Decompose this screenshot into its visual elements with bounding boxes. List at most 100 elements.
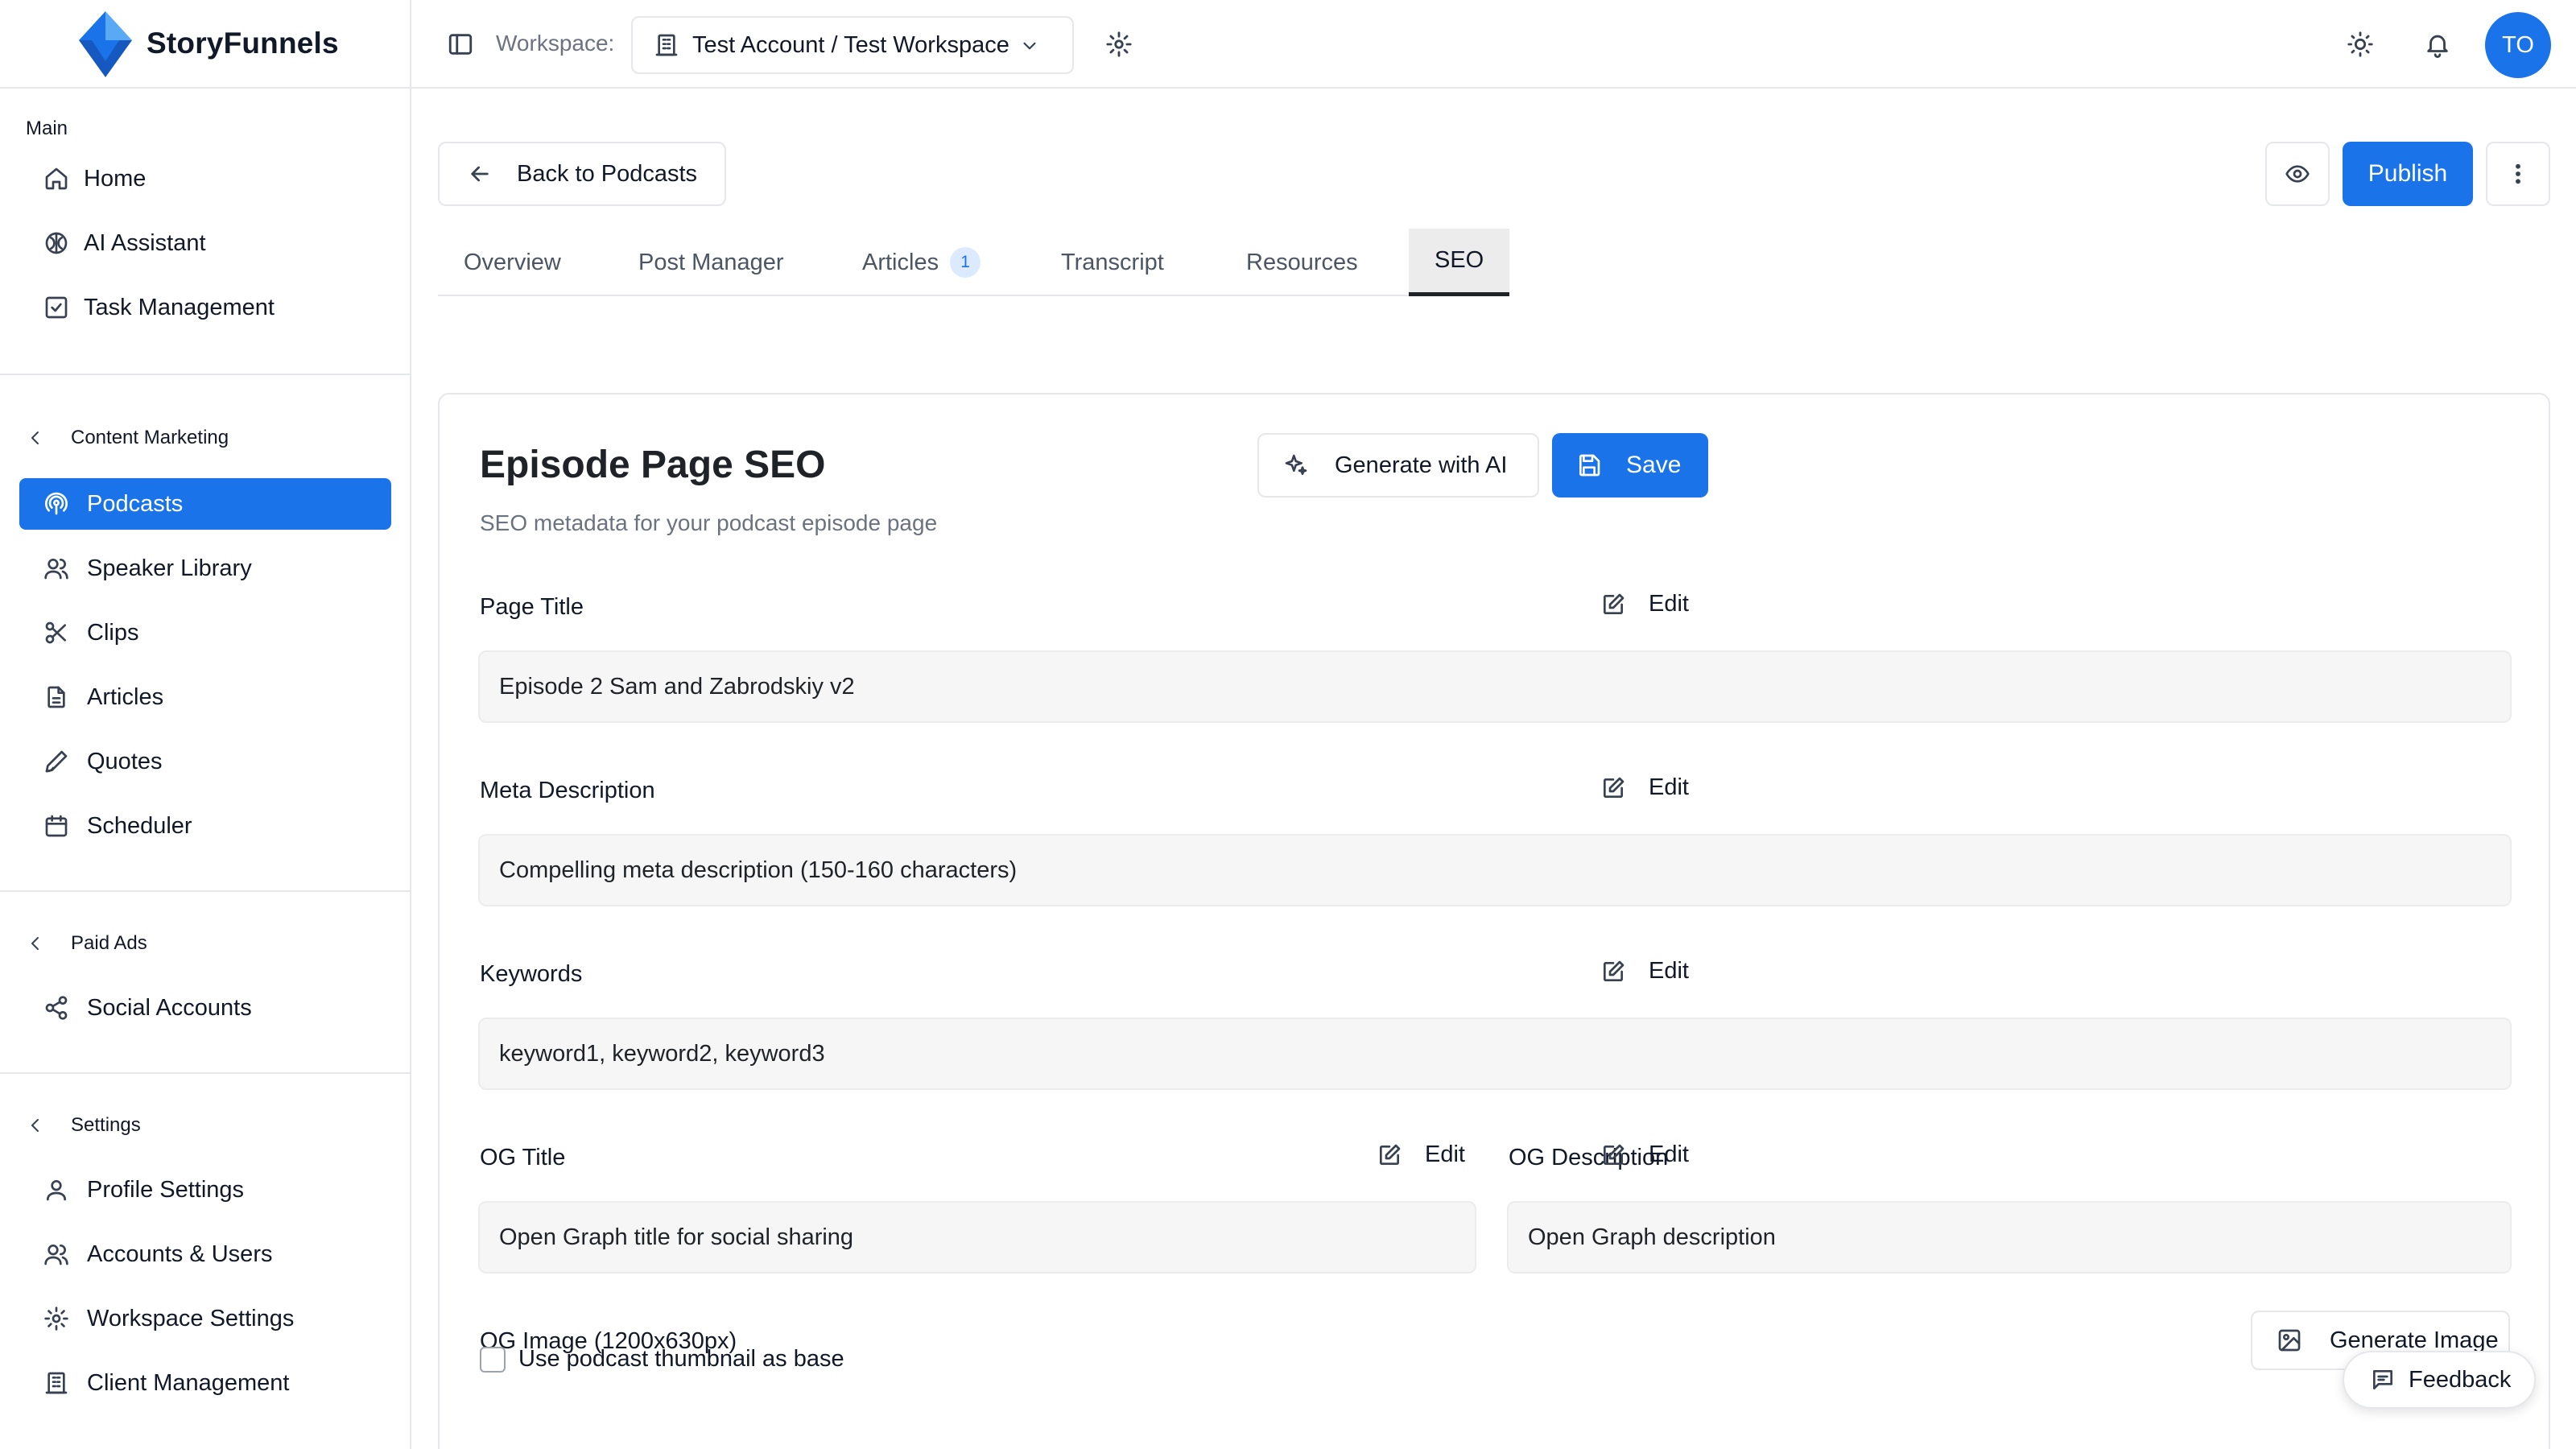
group-label-text: Paid Ads [71,932,147,954]
edit-meta-description-button[interactable]: Edit [1600,774,1689,801]
sun-icon[interactable] [2347,31,2374,58]
sidebar-item-label: Speaker Library [87,555,252,581]
publish-button[interactable]: Publish [2343,142,2473,206]
topbar: Workspace: Test Account / Test Workspace… [411,0,2576,89]
page-title: Episode Page SEO [480,444,826,486]
sidebar-item-quotes[interactable]: Quotes [19,736,391,787]
pen-icon [43,749,69,774]
feedback-label: Feedback [2409,1366,2512,1393]
podcast-icon [43,491,69,517]
workspace-value: Test Account / Test Workspace [692,31,1009,58]
og-description-field: Open Graph description [1507,1201,2512,1274]
thumbnail-checkbox[interactable] [480,1346,506,1373]
edit-label: Edit [1649,591,1689,617]
edit-page-title-button[interactable]: Edit [1600,591,1689,617]
sidebar-toggle-icon[interactable] [447,31,474,58]
sidebar-item-label: AI Assistant [84,229,206,256]
sidebar-item-clips[interactable]: Clips [19,607,391,658]
generate-label: Generate with AI [1335,452,1508,478]
user-icon [43,1177,69,1203]
save-icon [1576,452,1602,478]
sidebar-item-speaker-library[interactable]: Speaker Library [19,543,391,594]
edit-icon [1600,1142,1626,1168]
sidebar-item-label: Client Management [87,1369,290,1396]
eye-icon [2285,161,2310,187]
sidebar-item-workspace-settings[interactable]: Workspace Settings [19,1293,391,1344]
seo-card: Episode Page SEO SEO metadata for your p… [438,393,2550,1449]
sidebar-item-articles[interactable]: Articles [19,671,391,723]
page-title-field: Episode 2 Sam and Zabrodskiy v2 [478,650,2512,723]
calendar-icon [43,813,69,839]
sidebar-item-label: Profile Settings [87,1176,245,1203]
preview-button[interactable] [2265,142,2330,206]
sparkles-icon [1283,452,1309,478]
group-label-text: Content Marketing [71,427,229,448]
chevron-left-icon [26,934,45,953]
tab-overview[interactable]: Overview [464,229,561,296]
thumbnail-checkbox-label: Use podcast thumbnail as base [518,1346,844,1372]
tab-post-manager[interactable]: Post Manager [638,229,784,296]
back-to-podcasts-button[interactable]: Back to Podcasts [438,142,726,206]
sidebar-item-ai-assistant[interactable]: AI Assistant [19,217,391,269]
edit-icon [1600,959,1626,985]
workspace-select[interactable]: Test Account / Test Workspace [631,16,1074,74]
tab-label: SEO [1435,247,1484,273]
feedback-button[interactable]: Feedback [2343,1351,2536,1409]
tab-label: Transcript [1061,249,1164,275]
brand[interactable]: StoryFunnels [0,0,410,89]
brain-icon [43,230,69,256]
workspace-label: Workspace: [496,31,615,56]
thumbnail-checkbox-row[interactable]: Use podcast thumbnail as base [480,1346,844,1373]
tab-label: Post Manager [638,249,784,275]
meta-description-field: Compelling meta description (150-160 cha… [478,834,2512,906]
edit-og-title-button[interactable]: Edit [1377,1141,1465,1168]
avatar[interactable]: TO [2485,12,2551,78]
section-label-main: Main [26,118,68,139]
sidebar-item-home[interactable]: Home [19,153,391,204]
group-toggle-paid-ads[interactable]: Paid Ads [26,932,147,955]
sidebar-item-social-accounts[interactable]: Social Accounts [19,982,391,1034]
chevron-left-icon [26,428,45,448]
sidebar-item-client-management[interactable]: Client Management [19,1357,391,1409]
sidebar-item-profile-settings[interactable]: Profile Settings [19,1164,391,1216]
group-toggle-settings[interactable]: Settings [26,1114,141,1137]
image-icon [2277,1327,2302,1353]
og-title-field: Open Graph title for social sharing [478,1201,1476,1274]
sidebar-divider [0,1072,410,1074]
save-button[interactable]: Save [1552,433,1708,497]
home-icon [43,166,69,192]
edit-og-description-button[interactable]: Edit [1600,1141,1689,1168]
generate-with-ai-button[interactable]: Generate with AI [1257,433,1539,497]
sidebar-item-podcasts[interactable]: Podcasts [19,478,391,530]
file-icon [43,684,69,710]
message-icon [2370,1367,2396,1393]
sidebar-item-label: Clips [87,619,139,646]
gear-icon [43,1306,69,1331]
sidebar-item-label: Social Accounts [87,994,252,1021]
sidebar-item-label: Workspace Settings [87,1305,295,1331]
tab-seo[interactable]: SEO [1409,229,1510,296]
sidebar-item-label: Home [84,165,147,192]
page-title-label: Page Title [480,594,584,620]
chevron-left-icon [26,1116,45,1135]
users-icon [43,555,69,581]
sidebar-divider [0,374,410,375]
gear-icon[interactable] [1105,31,1133,58]
sidebar-item-task-management[interactable]: Task Management [19,282,391,333]
arrow-left-icon [467,161,493,187]
group-toggle-content-marketing[interactable]: Content Marketing [26,427,229,449]
tab-articles[interactable]: Articles 1 [862,229,981,296]
edit-label: Edit [1649,774,1689,800]
sidebar-item-accounts-users[interactable]: Accounts & Users [19,1228,391,1280]
more-vertical-icon [2505,161,2531,187]
sidebar-item-scheduler[interactable]: Scheduler [19,800,391,852]
sidebar-item-label: Accounts & Users [87,1241,273,1267]
edit-keywords-button[interactable]: Edit [1600,958,1689,985]
more-options-button[interactable] [2486,142,2550,206]
tab-transcript[interactable]: Transcript [1061,229,1164,296]
edit-icon [1377,1142,1402,1168]
bell-icon[interactable] [2424,31,2451,58]
tab-resources[interactable]: Resources [1246,229,1358,296]
chevron-down-icon [1019,35,1040,56]
checkbox-icon [43,295,69,320]
